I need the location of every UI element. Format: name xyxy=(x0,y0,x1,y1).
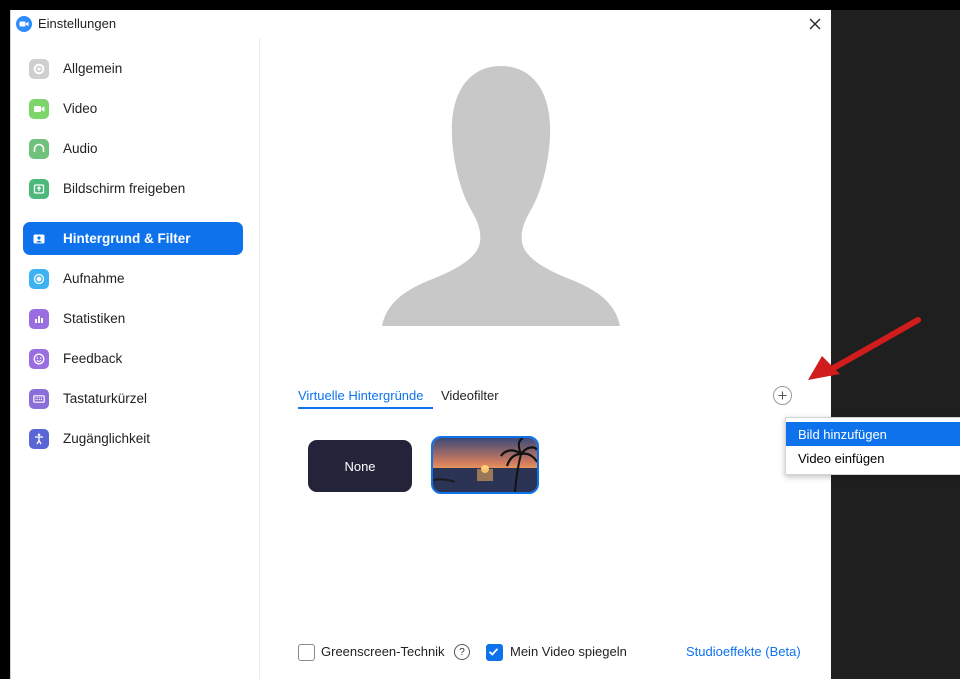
mirror-video-label: Mein Video spiegeln xyxy=(510,644,627,659)
accessibility-icon xyxy=(29,428,49,449)
close-button[interactable] xyxy=(803,12,827,36)
mirror-video-checkbox[interactable] xyxy=(486,644,503,661)
sidebar-item-label: Allgemein xyxy=(63,61,123,76)
window-title: Einstellungen xyxy=(38,16,117,31)
greenscreen-label: Greenscreen-Technik xyxy=(321,644,445,659)
sidebar-item-hintergrund[interactable]: Hintergrund & Filter xyxy=(23,222,243,255)
settings-window: Einstellungen Allgemein Video Audio Bild… xyxy=(10,10,831,679)
share-screen-icon xyxy=(29,178,49,199)
zoom-app-icon xyxy=(16,16,32,32)
sidebar-item-zugaenglichkeit[interactable]: Zugänglichkeit xyxy=(23,422,243,455)
smiley-icon xyxy=(29,348,49,369)
sidebar-item-aufnahme[interactable]: Aufnahme xyxy=(23,262,243,295)
sidebar-item-audio[interactable]: Audio xyxy=(23,132,243,165)
red-annotation-arrow xyxy=(808,317,921,380)
sidebar-item-label: Tastaturkürzel xyxy=(63,391,148,406)
sidebar-item-label: Bildschirm freigeben xyxy=(63,181,186,196)
checkmark-icon xyxy=(488,648,499,656)
keyboard-icon xyxy=(29,388,49,409)
sidebar-item-label: Feedback xyxy=(63,351,123,366)
add-background-button[interactable] xyxy=(773,386,792,405)
plus-icon xyxy=(778,391,787,400)
studio-effects-link[interactable]: Studioeffekte (Beta) xyxy=(686,644,801,659)
video-camera-icon xyxy=(29,98,49,119)
close-icon xyxy=(809,18,821,30)
greenscreen-checkbox[interactable] xyxy=(298,644,315,661)
sidebar-item-video[interactable]: Video xyxy=(23,92,243,125)
record-icon xyxy=(29,268,49,289)
portrait-icon xyxy=(29,229,49,249)
top-border xyxy=(0,0,960,10)
background-none-label: None xyxy=(344,458,376,474)
settings-sidebar: Allgemein Video Audio Bildschirm freigeb… xyxy=(11,38,260,679)
active-tab-indicator xyxy=(298,407,433,409)
sidebar-item-bildschirm[interactable]: Bildschirm freigeben xyxy=(23,172,243,205)
background-none-option[interactable]: None xyxy=(308,440,412,492)
background-sunset-option[interactable] xyxy=(431,436,539,494)
headphones-icon xyxy=(29,138,49,159)
tab-virtual-backgrounds[interactable]: Virtuelle Hintergründe xyxy=(298,388,424,403)
sidebar-item-label: Video xyxy=(63,101,98,116)
sidebar-item-label: Zugänglichkeit xyxy=(63,431,151,446)
add-background-dropdown: Bild hinzufügen Video einfügen xyxy=(785,417,960,475)
background-footer-options: Greenscreen-Technik ? Mein Video spiegel… xyxy=(260,641,831,663)
tab-video-filters[interactable]: Videofilter xyxy=(441,388,499,403)
sidebar-item-label: Aufnahme xyxy=(63,271,125,286)
bar-chart-icon xyxy=(29,308,49,329)
title-bar: Einstellungen xyxy=(11,10,831,38)
sidebar-item-feedback[interactable]: Feedback xyxy=(23,342,243,375)
video-preview-silhouette xyxy=(382,66,620,326)
gear-icon xyxy=(29,58,49,79)
sidebar-item-statistiken[interactable]: Statistiken xyxy=(23,302,243,335)
sidebar-item-allgemein[interactable]: Allgemein xyxy=(23,52,243,85)
sidebar-item-label: Statistiken xyxy=(63,311,126,326)
sidebar-item-label: Hintergrund & Filter xyxy=(63,231,191,246)
help-icon[interactable]: ? xyxy=(454,644,470,660)
background-settings-panel: Virtuelle Hintergründe Videofilter None xyxy=(260,38,831,679)
menu-item-add-image[interactable]: Bild hinzufügen xyxy=(786,422,960,446)
sidebar-item-tastatur[interactable]: Tastaturkürzel xyxy=(23,382,243,415)
left-border xyxy=(0,0,10,679)
sidebar-item-label: Audio xyxy=(63,141,98,156)
menu-item-add-video[interactable]: Video einfügen xyxy=(786,446,960,470)
sunset-beach-thumbnail xyxy=(433,438,537,492)
